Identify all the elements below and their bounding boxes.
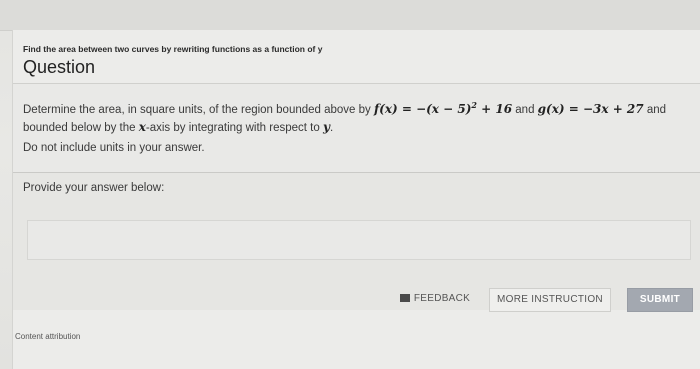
top-bar: [0, 0, 700, 31]
answer-input[interactable]: [27, 220, 691, 260]
content-attribution-link[interactable]: Content attribution: [15, 332, 80, 341]
f-expression-main: f(x) = −(x − 5): [373, 102, 472, 116]
answer-label: Provide your answer below:: [23, 182, 165, 194]
x-variable: x: [138, 120, 146, 134]
topic-subtitle: Find the area between two curves by rewr…: [23, 44, 323, 54]
question-text: Determine the area, in square units, of …: [23, 97, 699, 137]
submit-button[interactable]: SUBMIT: [627, 288, 693, 312]
page: Find the area between two curves by rewr…: [0, 0, 700, 369]
question-text-part: .: [329, 122, 334, 134]
feedback-label: FEEDBACK: [413, 293, 471, 304]
feedback-icon: [399, 294, 410, 302]
f-expression-rest: + 16: [476, 102, 513, 116]
question-card: Find the area between two curves by rewr…: [12, 30, 700, 369]
units-note: Do not include units in your answer.: [23, 142, 205, 154]
question-text-part: and: [512, 104, 538, 116]
question-text-part: Determine the area, in square units, of …: [23, 104, 374, 116]
answer-block: Provide your answer below: FEEDBACK MORE…: [13, 172, 700, 312]
question-text-part: -axis by integrating with respect to: [145, 122, 323, 134]
y-variable: y: [322, 120, 330, 134]
page-title: Question: [23, 57, 96, 77]
feedback-button[interactable]: FEEDBACK: [391, 288, 479, 312]
g-expression: g(x) = −3x + 27: [537, 102, 644, 116]
f-expression: f(x) = −(x − 5)2 + 16: [373, 100, 513, 116]
more-instruction-button[interactable]: MORE INSTRUCTION: [489, 288, 611, 312]
